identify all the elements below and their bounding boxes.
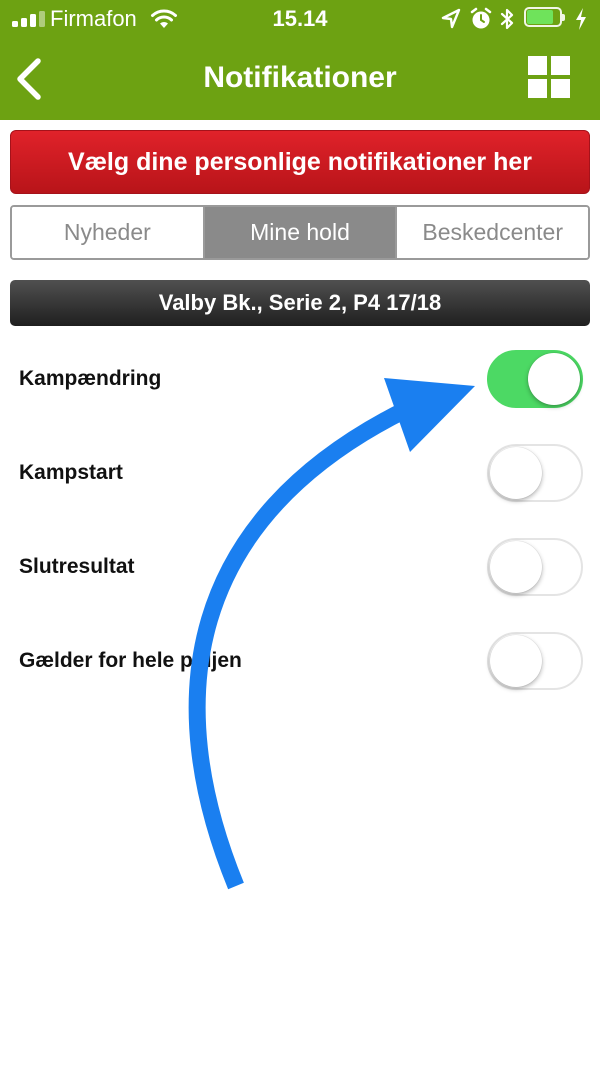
segmented-control: Nyheder Mine hold Beskedcenter xyxy=(10,205,590,260)
toggle-switch-hele-puljen[interactable] xyxy=(487,632,583,690)
setting-row-slutresultat: Slutresultat xyxy=(0,536,600,616)
toggle-switch-kampaendring[interactable] xyxy=(487,350,583,408)
toggle-switch-kampstart[interactable] xyxy=(487,444,583,502)
top-bar: Firmafon 15.14 Notifikationer xyxy=(0,0,600,120)
setting-row-kampaendring: Kampændring xyxy=(0,348,600,428)
tab-mine-hold[interactable]: Mine hold xyxy=(202,207,396,258)
setting-row-hele-puljen: Gælder for hele puljen xyxy=(0,630,600,710)
grid-icon xyxy=(528,56,547,75)
toggle-knob xyxy=(490,447,542,499)
toggle-knob xyxy=(528,353,580,405)
bluetooth-icon xyxy=(500,8,514,30)
page-title: Notifikationer xyxy=(203,61,397,94)
location-icon xyxy=(441,8,461,29)
setting-label: Kampstart xyxy=(19,461,123,484)
toggle-knob xyxy=(490,635,542,687)
toggle-switch-slutresultat[interactable] xyxy=(487,538,583,596)
battery-icon xyxy=(524,7,568,31)
navigation-bar: Notifikationer xyxy=(0,40,600,120)
setting-label: Gælder for hele puljen xyxy=(19,649,242,672)
back-button[interactable] xyxy=(10,54,50,104)
setting-label: Kampændring xyxy=(19,367,162,390)
setting-label: Slutresultat xyxy=(19,555,135,578)
chevron-left-icon xyxy=(17,58,41,100)
tab-beskedcenter[interactable]: Beskedcenter xyxy=(395,207,588,258)
toggle-knob xyxy=(490,541,542,593)
info-banner: Vælg dine personlige notifikationer her xyxy=(10,130,590,194)
tab-nyheder[interactable]: Nyheder xyxy=(12,207,203,258)
setting-row-kampstart: Kampstart xyxy=(0,442,600,522)
alarm-icon xyxy=(470,7,492,29)
menu-grid-button[interactable] xyxy=(528,56,572,100)
team-header: Valby Bk., Serie 2, P4 17/18 xyxy=(10,280,590,326)
charging-icon xyxy=(576,8,586,30)
status-bar: Firmafon 15.14 xyxy=(0,0,600,40)
